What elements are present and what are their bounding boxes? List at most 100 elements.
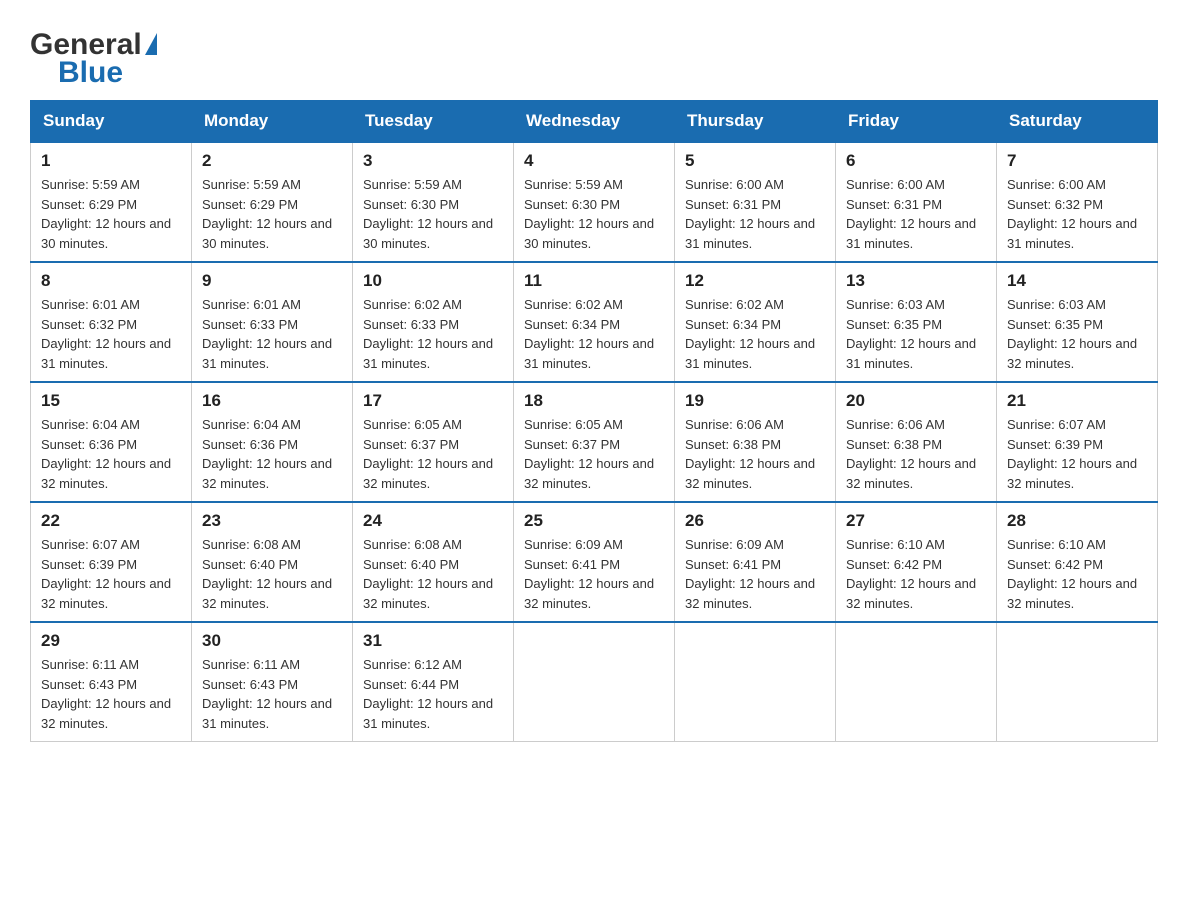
day-number: 10 xyxy=(363,271,503,291)
day-number: 27 xyxy=(846,511,986,531)
day-number: 21 xyxy=(1007,391,1147,411)
day-info: Sunrise: 6:02 AM Sunset: 6:34 PM Dayligh… xyxy=(524,295,664,373)
logo-blue-text: Blue xyxy=(58,56,123,90)
day-info: Sunrise: 6:06 AM Sunset: 6:38 PM Dayligh… xyxy=(846,415,986,493)
calendar-cell: 26 Sunrise: 6:09 AM Sunset: 6:41 PM Dayl… xyxy=(675,502,836,622)
calendar-cell: 27 Sunrise: 6:10 AM Sunset: 6:42 PM Dayl… xyxy=(836,502,997,622)
day-info: Sunrise: 6:11 AM Sunset: 6:43 PM Dayligh… xyxy=(202,655,342,733)
day-number: 1 xyxy=(41,151,181,171)
calendar-cell xyxy=(514,622,675,742)
day-info: Sunrise: 6:05 AM Sunset: 6:37 PM Dayligh… xyxy=(524,415,664,493)
day-info: Sunrise: 6:03 AM Sunset: 6:35 PM Dayligh… xyxy=(1007,295,1147,373)
calendar-cell: 17 Sunrise: 6:05 AM Sunset: 6:37 PM Dayl… xyxy=(353,382,514,502)
calendar-cell: 29 Sunrise: 6:11 AM Sunset: 6:43 PM Dayl… xyxy=(31,622,192,742)
calendar-cell: 20 Sunrise: 6:06 AM Sunset: 6:38 PM Dayl… xyxy=(836,382,997,502)
day-info: Sunrise: 6:01 AM Sunset: 6:33 PM Dayligh… xyxy=(202,295,342,373)
calendar-cell: 31 Sunrise: 6:12 AM Sunset: 6:44 PM Dayl… xyxy=(353,622,514,742)
calendar-table: SundayMondayTuesdayWednesdayThursdayFrid… xyxy=(30,100,1158,742)
calendar-week-row: 15 Sunrise: 6:04 AM Sunset: 6:36 PM Dayl… xyxy=(31,382,1158,502)
logo: General Blue xyxy=(30,20,157,90)
day-info: Sunrise: 6:07 AM Sunset: 6:39 PM Dayligh… xyxy=(1007,415,1147,493)
day-info: Sunrise: 6:05 AM Sunset: 6:37 PM Dayligh… xyxy=(363,415,503,493)
day-number: 15 xyxy=(41,391,181,411)
day-number: 16 xyxy=(202,391,342,411)
calendar-week-row: 29 Sunrise: 6:11 AM Sunset: 6:43 PM Dayl… xyxy=(31,622,1158,742)
day-info: Sunrise: 6:04 AM Sunset: 6:36 PM Dayligh… xyxy=(41,415,181,493)
day-info: Sunrise: 6:11 AM Sunset: 6:43 PM Dayligh… xyxy=(41,655,181,733)
day-number: 13 xyxy=(846,271,986,291)
calendar-cell: 24 Sunrise: 6:08 AM Sunset: 6:40 PM Dayl… xyxy=(353,502,514,622)
day-number: 5 xyxy=(685,151,825,171)
day-info: Sunrise: 5:59 AM Sunset: 6:29 PM Dayligh… xyxy=(41,175,181,253)
day-number: 7 xyxy=(1007,151,1147,171)
day-number: 12 xyxy=(685,271,825,291)
calendar-cell: 23 Sunrise: 6:08 AM Sunset: 6:40 PM Dayl… xyxy=(192,502,353,622)
header-tuesday: Tuesday xyxy=(353,101,514,143)
day-info: Sunrise: 6:00 AM Sunset: 6:31 PM Dayligh… xyxy=(685,175,825,253)
calendar-cell: 5 Sunrise: 6:00 AM Sunset: 6:31 PM Dayli… xyxy=(675,142,836,262)
calendar-cell: 21 Sunrise: 6:07 AM Sunset: 6:39 PM Dayl… xyxy=(997,382,1158,502)
calendar-cell: 3 Sunrise: 5:59 AM Sunset: 6:30 PM Dayli… xyxy=(353,142,514,262)
calendar-cell: 11 Sunrise: 6:02 AM Sunset: 6:34 PM Dayl… xyxy=(514,262,675,382)
day-number: 9 xyxy=(202,271,342,291)
calendar-cell: 25 Sunrise: 6:09 AM Sunset: 6:41 PM Dayl… xyxy=(514,502,675,622)
logo-triangle-icon xyxy=(145,33,157,55)
day-number: 19 xyxy=(685,391,825,411)
calendar-cell: 6 Sunrise: 6:00 AM Sunset: 6:31 PM Dayli… xyxy=(836,142,997,262)
calendar-week-row: 1 Sunrise: 5:59 AM Sunset: 6:29 PM Dayli… xyxy=(31,142,1158,262)
day-info: Sunrise: 6:10 AM Sunset: 6:42 PM Dayligh… xyxy=(846,535,986,613)
day-info: Sunrise: 6:00 AM Sunset: 6:31 PM Dayligh… xyxy=(846,175,986,253)
calendar-cell: 14 Sunrise: 6:03 AM Sunset: 6:35 PM Dayl… xyxy=(997,262,1158,382)
day-number: 17 xyxy=(363,391,503,411)
day-info: Sunrise: 6:01 AM Sunset: 6:32 PM Dayligh… xyxy=(41,295,181,373)
header-wednesday: Wednesday xyxy=(514,101,675,143)
day-info: Sunrise: 5:59 AM Sunset: 6:29 PM Dayligh… xyxy=(202,175,342,253)
header-thursday: Thursday xyxy=(675,101,836,143)
day-number: 6 xyxy=(846,151,986,171)
header-sunday: Sunday xyxy=(31,101,192,143)
calendar-header-row: SundayMondayTuesdayWednesdayThursdayFrid… xyxy=(31,101,1158,143)
calendar-week-row: 22 Sunrise: 6:07 AM Sunset: 6:39 PM Dayl… xyxy=(31,502,1158,622)
calendar-cell: 16 Sunrise: 6:04 AM Sunset: 6:36 PM Dayl… xyxy=(192,382,353,502)
calendar-cell xyxy=(997,622,1158,742)
calendar-cell: 22 Sunrise: 6:07 AM Sunset: 6:39 PM Dayl… xyxy=(31,502,192,622)
day-info: Sunrise: 6:04 AM Sunset: 6:36 PM Dayligh… xyxy=(202,415,342,493)
calendar-cell: 13 Sunrise: 6:03 AM Sunset: 6:35 PM Dayl… xyxy=(836,262,997,382)
day-info: Sunrise: 6:08 AM Sunset: 6:40 PM Dayligh… xyxy=(202,535,342,613)
calendar-cell: 28 Sunrise: 6:10 AM Sunset: 6:42 PM Dayl… xyxy=(997,502,1158,622)
day-number: 18 xyxy=(524,391,664,411)
calendar-cell: 9 Sunrise: 6:01 AM Sunset: 6:33 PM Dayli… xyxy=(192,262,353,382)
calendar-cell: 10 Sunrise: 6:02 AM Sunset: 6:33 PM Dayl… xyxy=(353,262,514,382)
day-number: 2 xyxy=(202,151,342,171)
day-info: Sunrise: 6:03 AM Sunset: 6:35 PM Dayligh… xyxy=(846,295,986,373)
calendar-cell: 8 Sunrise: 6:01 AM Sunset: 6:32 PM Dayli… xyxy=(31,262,192,382)
day-info: Sunrise: 6:09 AM Sunset: 6:41 PM Dayligh… xyxy=(685,535,825,613)
day-number: 20 xyxy=(846,391,986,411)
day-number: 31 xyxy=(363,631,503,651)
calendar-cell: 19 Sunrise: 6:06 AM Sunset: 6:38 PM Dayl… xyxy=(675,382,836,502)
calendar-week-row: 8 Sunrise: 6:01 AM Sunset: 6:32 PM Dayli… xyxy=(31,262,1158,382)
day-number: 24 xyxy=(363,511,503,531)
day-info: Sunrise: 6:02 AM Sunset: 6:34 PM Dayligh… xyxy=(685,295,825,373)
day-number: 14 xyxy=(1007,271,1147,291)
calendar-cell: 12 Sunrise: 6:02 AM Sunset: 6:34 PM Dayl… xyxy=(675,262,836,382)
day-info: Sunrise: 6:10 AM Sunset: 6:42 PM Dayligh… xyxy=(1007,535,1147,613)
calendar-cell: 2 Sunrise: 5:59 AM Sunset: 6:29 PM Dayli… xyxy=(192,142,353,262)
day-number: 28 xyxy=(1007,511,1147,531)
calendar-cell: 18 Sunrise: 6:05 AM Sunset: 6:37 PM Dayl… xyxy=(514,382,675,502)
day-info: Sunrise: 6:09 AM Sunset: 6:41 PM Dayligh… xyxy=(524,535,664,613)
day-number: 4 xyxy=(524,151,664,171)
day-number: 11 xyxy=(524,271,664,291)
day-number: 30 xyxy=(202,631,342,651)
calendar-cell: 1 Sunrise: 5:59 AM Sunset: 6:29 PM Dayli… xyxy=(31,142,192,262)
calendar-cell: 4 Sunrise: 5:59 AM Sunset: 6:30 PM Dayli… xyxy=(514,142,675,262)
header-friday: Friday xyxy=(836,101,997,143)
day-number: 8 xyxy=(41,271,181,291)
calendar-cell: 7 Sunrise: 6:00 AM Sunset: 6:32 PM Dayli… xyxy=(997,142,1158,262)
header-saturday: Saturday xyxy=(997,101,1158,143)
calendar-cell xyxy=(836,622,997,742)
day-info: Sunrise: 6:00 AM Sunset: 6:32 PM Dayligh… xyxy=(1007,175,1147,253)
day-number: 25 xyxy=(524,511,664,531)
day-info: Sunrise: 6:08 AM Sunset: 6:40 PM Dayligh… xyxy=(363,535,503,613)
day-info: Sunrise: 6:06 AM Sunset: 6:38 PM Dayligh… xyxy=(685,415,825,493)
